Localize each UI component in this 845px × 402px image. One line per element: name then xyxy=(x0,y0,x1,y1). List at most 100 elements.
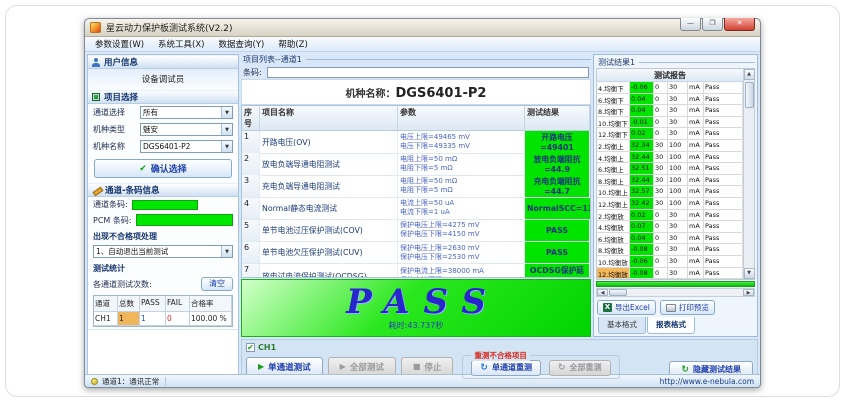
stats-title: 测试统计 xyxy=(88,260,238,275)
channel-barcode-field[interactable] xyxy=(132,200,198,210)
report-cell-label: 12.均衡下 xyxy=(597,128,630,140)
confirm-selection-button[interactable]: ✔ 确认选择 xyxy=(94,159,232,178)
report-row[interactable]: 4.均衡放 0.07 0 30 mA Pass xyxy=(597,221,743,233)
report-row[interactable]: 4.均衡上 32.44 30 100 mA Pass xyxy=(597,152,743,164)
param-lower: 保护电压下限=4150 mV xyxy=(400,230,522,239)
header-param: 参数 xyxy=(398,106,525,131)
stats-pass: 1 xyxy=(140,312,166,326)
menu-item[interactable]: 参数设置(W) xyxy=(88,37,151,51)
window-controls: — ❐ ✕ xyxy=(679,18,755,31)
report-cell-label: 6.均衡放 xyxy=(597,233,630,245)
report-row[interactable]: 12.均衡上 32.42 30 100 mA Pass xyxy=(597,198,743,210)
menu-item[interactable]: 数据查询(Y) xyxy=(212,37,272,51)
pass-banner-text: PASS xyxy=(332,285,500,319)
maximize-button[interactable]: ❐ xyxy=(702,18,723,31)
play-icon: ▶ xyxy=(258,362,264,371)
barcode-input[interactable] xyxy=(267,67,589,78)
report-row[interactable]: 8.均衡上 32.44 30 100 mA Pass xyxy=(597,175,743,187)
scrollbar-thumb[interactable] xyxy=(745,82,754,108)
report-vertical-scrollbar[interactable]: ▲ ▼ xyxy=(743,69,754,279)
report-cell-unit: mA xyxy=(688,128,704,140)
test-item-row[interactable]: 3 充电负端导通电阻测试 电阻上限=50 mΩ 电阻下限=5 mΩ 充电负端阻抗… xyxy=(242,175,590,197)
chevron-down-icon[interactable]: ▼ xyxy=(221,141,232,152)
param-upper: 电流上限=50 uA xyxy=(400,199,522,208)
print-preview-button[interactable]: 打印预览 xyxy=(660,300,715,315)
report-row[interactable]: 6.均衡放 0.04 0 30 mA Pass xyxy=(597,233,743,245)
report-cell-min: 0 xyxy=(654,128,668,140)
report-cell-max: 30 xyxy=(668,105,688,117)
report-row[interactable]: 10.均衡放 -0.06 0 30 mA Pass xyxy=(597,256,743,268)
minimize-button[interactable]: — xyxy=(680,18,701,31)
report-cell-result: Pass xyxy=(704,256,743,268)
clear-button[interactable]: 清空 xyxy=(201,277,233,291)
tab-basic-format[interactable]: 基本格式 xyxy=(598,317,646,334)
report-cell-value: -0.06 xyxy=(630,256,654,268)
test-item-row[interactable]: 1 开路电压(OV) 电压上限=49465 mV 电压下限=49335 mV 开… xyxy=(242,131,590,153)
machine-name-row: 机种名称 DGS6401-P2 ▼ xyxy=(88,138,238,155)
close-button[interactable]: ✕ xyxy=(724,18,755,31)
person-icon xyxy=(92,58,100,67)
scroll-down-icon[interactable]: ▼ xyxy=(744,268,755,279)
report-row[interactable]: 8.均衡下 0.04 0 30 mA Pass xyxy=(597,105,743,117)
all-retest-button[interactable]: ↻ 全部重测 xyxy=(549,360,611,376)
scroll-up-icon[interactable]: ▲ xyxy=(744,69,755,80)
channel-checkbox[interactable]: ✔ xyxy=(246,343,255,352)
barcode-label: 条码: xyxy=(243,67,262,78)
test-item-row[interactable]: 7 放电过电流保护测试(OCDSG) 保护电流上限=38000 mA 保护电流下… xyxy=(242,264,590,278)
test-item-row[interactable]: 2 放电负端导通电阻测试 电阻上限=50 mΩ 电阻下限=5 mΩ 放电负端阻抗… xyxy=(242,153,590,175)
report-row[interactable]: 2.均衡放 0.02 0 30 mA Pass xyxy=(597,210,743,222)
report-group-title-text: 测试结果1 xyxy=(598,57,635,68)
test-item-no: 5 xyxy=(242,220,260,242)
report-cell-value: 0.04 xyxy=(630,105,654,117)
test-item-row[interactable]: 5 单节电池过压保护测试(COV) 保护电压上限=4275 mV 保护电压下限=… xyxy=(242,220,590,242)
single-channel-retest-button[interactable]: ↻ 单通道重测 xyxy=(471,360,541,376)
report-horizontal-scrollbar[interactable]: ◀ ▶ xyxy=(596,288,755,297)
report-row[interactable]: 8.均衡放 -0.08 0 30 mA Pass xyxy=(597,244,743,256)
app-window: 星云动力保护板测试系统(V2.2) — ❐ ✕ 参数设置(W)系统工具(X)数据… xyxy=(84,18,761,388)
test-item-result: PASS xyxy=(525,242,590,264)
fail-handling-combo[interactable]: 1、自动退出当前测试 ▼ xyxy=(93,245,233,258)
channel-select-combo[interactable]: 所有 ▼ xyxy=(140,106,233,119)
report-row[interactable]: 2.均衡上 32.34 30 100 mA Pass xyxy=(597,140,743,152)
machine-type-combo[interactable]: 魅安 ▼ xyxy=(140,123,233,136)
stats-subtitle: 各通道测试次数: xyxy=(93,279,152,290)
title-bar[interactable]: 星云动力保护板测试系统(V2.2) — ❐ ✕ xyxy=(85,19,760,37)
status-text: 通道1：通讯正常 xyxy=(102,376,159,387)
param-lower: 保护电流下限=30000 mA xyxy=(400,276,522,278)
header-result: 测试结果 xyxy=(525,106,590,131)
report-cell-label: 4.均衡上 xyxy=(597,152,630,164)
report-cell-min: 0 xyxy=(654,221,668,233)
report-cell-value: 0.04 xyxy=(630,233,654,245)
scrollbar-thumb[interactable] xyxy=(609,289,627,296)
report-row[interactable]: 6.均衡上 32.51 30 100 mA Pass xyxy=(597,163,743,175)
stats-header-fail: FAIL xyxy=(166,296,190,312)
report-row[interactable]: 12.均衡下 0.02 0 30 mA Pass xyxy=(597,128,743,140)
test-item-row[interactable]: 4 Normal静态电流测试 电流上限=50 uA 电流下限=1 uA Norm… xyxy=(242,198,590,220)
report-row[interactable]: 4.均衡下 -0.06 0 30 mA Pass xyxy=(597,82,743,94)
machine-name-combo[interactable]: DGS6401-P2 ▼ xyxy=(140,140,233,153)
report-row[interactable]: 10.均衡上 32.57 30 100 mA Pass xyxy=(597,186,743,198)
report-cell-unit: mA xyxy=(688,233,704,245)
scroll-right-icon[interactable]: ▶ xyxy=(743,289,754,296)
tab-report-format[interactable]: 报表格式 xyxy=(647,317,695,334)
sidebar: 用户信息 设备调试员 项目选择 通道选择 所有 ▼ 机种类型 xyxy=(87,54,239,381)
stats-header-row: 通道 总数 PASS FAIL 合格率 xyxy=(94,296,232,312)
report-cell-result: Pass xyxy=(704,128,743,140)
chevron-down-icon[interactable]: ▼ xyxy=(221,246,232,257)
elapsed-time: 耗时:43.737秒 xyxy=(389,320,444,331)
chevron-down-icon[interactable]: ▼ xyxy=(221,107,232,118)
report-row[interactable]: 12.均衡放 -0.08 0 30 mA Pass xyxy=(597,268,743,280)
test-item-no: 4 xyxy=(242,198,260,220)
report-cell-max: 100 xyxy=(668,163,688,175)
report-groupbox: 测试结果1 测试报告 4.均衡下 -0.06 0 30 mA xyxy=(593,54,758,337)
menu-item[interactable]: 系统工具(X) xyxy=(151,37,211,51)
chevron-down-icon[interactable]: ▼ xyxy=(221,124,232,135)
menu-item[interactable]: 帮助(Z) xyxy=(271,37,314,51)
report-row[interactable]: 6.均衡下 0.04 0 30 mA Pass xyxy=(597,94,743,106)
report-row[interactable]: 10.均衡下 -0.01 0 30 mA Pass xyxy=(597,117,743,129)
pcm-barcode-field[interactable] xyxy=(136,214,233,226)
test-item-row[interactable]: 6 单节电池欠压保护测试(CUV) 保护电压上限=2630 mV 保护电压下限=… xyxy=(242,242,590,264)
export-excel-button[interactable]: X 导出Excel xyxy=(597,300,656,315)
pencil-icon xyxy=(92,186,101,195)
scroll-left-icon[interactable]: ◀ xyxy=(597,289,608,296)
